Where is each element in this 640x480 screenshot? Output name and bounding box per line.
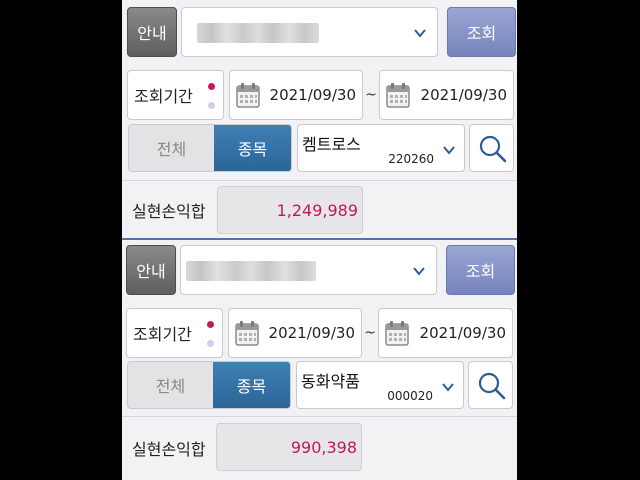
masked-account-number bbox=[197, 23, 319, 43]
tab-stock[interactable]: 종목 bbox=[214, 125, 291, 171]
period-dot-active bbox=[207, 321, 214, 328]
period-dot-inactive bbox=[207, 340, 214, 347]
period-dot-active bbox=[208, 83, 215, 90]
chevron-down-icon bbox=[414, 29, 426, 38]
stock-code: 220260 bbox=[388, 152, 434, 166]
date-from-value: 2021/09/30 bbox=[269, 86, 356, 104]
stock-name: 동화약품 bbox=[301, 372, 360, 391]
section-divider bbox=[122, 416, 517, 417]
date-to-field[interactable]: 2021/09/30 bbox=[379, 70, 514, 120]
info-button[interactable]: 안내 bbox=[126, 245, 176, 295]
stock-code: 000020 bbox=[387, 389, 433, 403]
stock-search-button[interactable] bbox=[469, 124, 514, 172]
chevron-down-icon bbox=[443, 146, 455, 155]
info-button[interactable]: 안내 bbox=[127, 7, 177, 57]
calendar-icon bbox=[386, 83, 410, 108]
date-to-value: 2021/09/30 bbox=[420, 86, 507, 104]
realized-pl-box: 990,398 bbox=[216, 423, 362, 471]
date-range-separator: ~ bbox=[364, 325, 376, 341]
chevron-down-icon bbox=[442, 383, 454, 392]
realized-pl-label: 실현손익합 bbox=[132, 202, 206, 221]
stock-search-button[interactable] bbox=[468, 361, 513, 409]
date-to-field[interactable]: 2021/09/30 bbox=[378, 308, 513, 358]
section-divider bbox=[122, 180, 517, 181]
calendar-icon bbox=[235, 321, 259, 346]
search-icon bbox=[479, 135, 507, 163]
tab-all[interactable]: 전체 bbox=[129, 125, 214, 171]
realized-pl-label: 실현손익합 bbox=[132, 440, 206, 459]
stock-select[interactable]: 동화약품 000020 bbox=[296, 361, 464, 409]
account-select[interactable] bbox=[180, 245, 437, 295]
stock-name: 켐트로스 bbox=[302, 135, 361, 154]
period-label: 조회기간 bbox=[133, 325, 192, 344]
realized-pl-box: 1,249,989 bbox=[217, 186, 363, 234]
query-button[interactable]: 조회 bbox=[447, 7, 516, 57]
account-select[interactable] bbox=[181, 7, 438, 57]
realized-pl-value: 1,249,989 bbox=[276, 201, 358, 220]
stock-select[interactable]: 켐트로스 220260 bbox=[297, 124, 465, 172]
date-from-field[interactable]: 2021/09/30 bbox=[229, 70, 363, 120]
calendar-icon bbox=[236, 83, 260, 108]
realized-pl-value: 990,398 bbox=[290, 438, 357, 457]
filter-tabs: 전체 종목 bbox=[127, 361, 291, 409]
date-from-field[interactable]: 2021/09/30 bbox=[228, 308, 362, 358]
chevron-down-icon bbox=[413, 267, 425, 276]
screen-panel-2: 안내 조회 조회기간 2021/09/30 ~ 2021/09/30 전체 종목… bbox=[122, 240, 517, 480]
query-button[interactable]: 조회 bbox=[446, 245, 515, 295]
date-from-value: 2021/09/30 bbox=[268, 324, 355, 342]
search-icon bbox=[478, 372, 506, 400]
date-to-value: 2021/09/30 bbox=[419, 324, 506, 342]
period-selector[interactable]: 조회기간 bbox=[127, 70, 224, 120]
date-range-separator: ~ bbox=[365, 87, 377, 103]
screen-panel-1: 안내 조회 조회기간 2021/09/30 ~ 2021/09/30 전체 종목… bbox=[122, 0, 517, 238]
period-label: 조회기간 bbox=[134, 87, 193, 106]
tab-all[interactable]: 전체 bbox=[128, 362, 213, 408]
calendar-icon bbox=[385, 321, 409, 346]
masked-account-number bbox=[186, 261, 316, 281]
tab-stock[interactable]: 종목 bbox=[213, 362, 290, 408]
filter-tabs: 전체 종목 bbox=[128, 124, 292, 172]
period-selector[interactable]: 조회기간 bbox=[126, 308, 223, 358]
period-dot-inactive bbox=[208, 102, 215, 109]
